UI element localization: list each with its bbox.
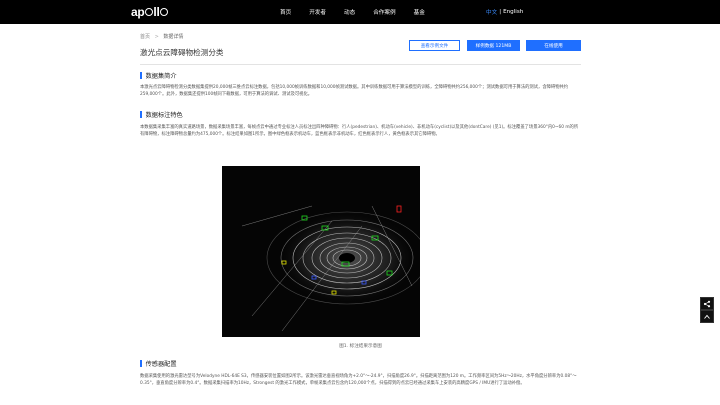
section-feature-heading: 数据标注特色 xyxy=(140,110,183,119)
nav-item-news[interactable]: 动态 xyxy=(344,8,355,16)
nav-menu: 首页 开发者 动态 合作案例 基金 xyxy=(280,0,443,24)
back-to-top-button[interactable] xyxy=(700,310,714,323)
figure-caption: 图1. 标注结果示意图 xyxy=(339,344,382,349)
top-nav: ap ll 首页 开发者 动态 合作案例 基金 中文 | English xyxy=(0,0,720,24)
section-marker xyxy=(140,72,142,79)
language-switch: 中文 | English xyxy=(486,0,523,24)
breadcrumb-separator: > xyxy=(154,34,159,40)
section-feature-title: 数据标注特色 xyxy=(145,112,183,119)
nav-item-cases[interactable]: 合作案例 xyxy=(373,8,395,16)
floating-side-buttons xyxy=(700,297,714,323)
breadcrumb: 首页 > 数据详情 xyxy=(140,33,183,40)
section-sensor-title: 传感器配置 xyxy=(145,361,177,368)
lang-separator: | xyxy=(499,9,502,15)
use-online-button[interactable]: 在线使用 xyxy=(526,40,581,51)
section-sensor-text: 数据采集使用的激光雷达型号为Velodyne HDL-64E S3，传感器安装位… xyxy=(140,374,577,387)
section-intro-heading: 数据集简介 xyxy=(140,71,177,80)
nav-item-developer[interactable]: 开发者 xyxy=(309,8,326,16)
breadcrumb-current: 数据详情 xyxy=(163,34,184,40)
section-marker xyxy=(140,111,142,118)
nav-item-fund[interactable]: 基金 xyxy=(414,8,425,16)
section-feature-text: 本数据集采集丰富的真实道路场景，数据采集场景丰富，每帧点云中通过专业标注人员标注… xyxy=(140,125,579,138)
breadcrumb-home[interactable]: 首页 xyxy=(140,34,150,40)
nav-item-home[interactable]: 首页 xyxy=(280,8,291,16)
page-title: 激光点云障碍物检测分类 xyxy=(140,48,224,57)
section-intro-text: 本激光点云障碍物检测分类数据集提供20,000帧三维点云标注数据，包括10,00… xyxy=(140,85,569,98)
header-divider xyxy=(140,64,581,65)
lang-english[interactable]: English xyxy=(503,9,523,15)
lang-chinese[interactable]: 中文 xyxy=(486,8,497,16)
point-cloud-image xyxy=(222,166,420,337)
section-marker xyxy=(140,360,142,367)
section-sensor-heading: 传感器配置 xyxy=(140,359,177,368)
share-button[interactable] xyxy=(700,297,714,310)
section-intro-title: 数据集简介 xyxy=(145,73,177,80)
download-sample-button[interactable]: 样例数据 121MB xyxy=(467,40,520,51)
point-cloud-figure xyxy=(222,166,420,337)
share-icon xyxy=(703,300,711,307)
apollo-logo[interactable]: ap ll xyxy=(131,5,168,19)
view-demo-file-button[interactable]: 查看示例文件 xyxy=(409,40,460,51)
up-arrow-icon xyxy=(704,314,710,319)
